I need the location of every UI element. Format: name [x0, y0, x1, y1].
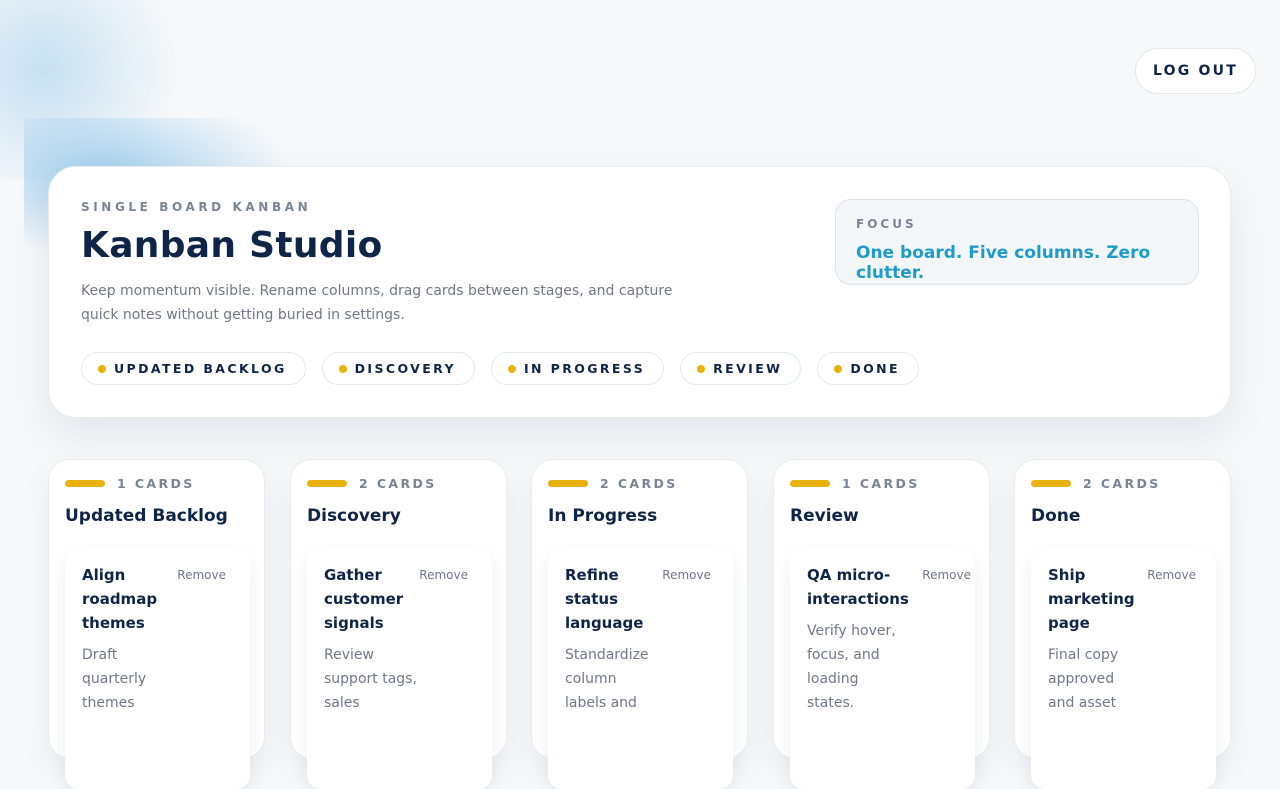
card-description: Draft quarterly themes	[82, 647, 147, 711]
kanban-card[interactable]: QA micro-interactions Remove Verify hove…	[790, 549, 975, 789]
card-title: QA micro-interactions	[807, 566, 909, 608]
remove-card-button[interactable]: Remove	[419, 568, 468, 582]
remove-card-button[interactable]: Remove	[1147, 568, 1196, 582]
column-accent-bar	[790, 480, 830, 487]
column-chip-list: UPDATED BACKLOG DISCOVERY IN PROGRESS RE…	[81, 352, 919, 385]
column-card-count: 1 CARDS	[842, 476, 920, 491]
column-accent-bar	[307, 480, 347, 487]
column-card-count: 1 CARDS	[117, 476, 195, 491]
kanban-card[interactable]: Refine status language Remove Standardiz…	[548, 549, 733, 789]
focus-text: One board. Five columns. Zero clutter.	[856, 243, 1151, 283]
column-done: 2 CARDS Done Ship marketing page Remove …	[1014, 459, 1231, 789]
hero-description: Keep momentum visible. Rename columns, d…	[81, 283, 673, 323]
column-card-count: 2 CARDS	[600, 476, 678, 491]
chip-done[interactable]: DONE	[817, 352, 919, 385]
column-title[interactable]: Discovery	[307, 506, 401, 526]
chip-label: DONE	[850, 361, 900, 376]
chip-label: REVIEW	[713, 361, 783, 376]
card-title: Refine status language	[565, 566, 644, 632]
kanban-card[interactable]: Gather customer signals Remove Review su…	[307, 549, 492, 789]
focus-box: FOCUS One board. Five columns. Zero clut…	[835, 199, 1199, 285]
card-description: Verify hover, focus, and loading states.	[807, 623, 896, 711]
chip-in-progress[interactable]: IN PROGRESS	[490, 352, 665, 385]
card-description: Standardize column labels and	[565, 647, 649, 711]
chip-label: DISCOVERY	[354, 361, 456, 376]
background-glow	[0, 0, 200, 180]
hero-panel: SINGLE BOARD KANBAN Kanban Studio Keep m…	[48, 166, 1231, 418]
kanban-card[interactable]: Ship marketing page Remove Final copy ap…	[1031, 549, 1216, 789]
column-accent-bar	[548, 480, 588, 487]
card-title: Gather customer signals	[324, 566, 404, 632]
column-title[interactable]: Review	[790, 506, 859, 526]
column-title[interactable]: In Progress	[548, 506, 657, 526]
column-accent-bar	[65, 480, 105, 487]
chip-updated-backlog[interactable]: UPDATED BACKLOG	[81, 352, 306, 385]
chip-dot-icon	[507, 364, 516, 373]
chip-dot-icon	[98, 364, 106, 373]
chip-dot-icon	[834, 364, 843, 373]
chip-dot-icon	[338, 364, 347, 373]
column-title[interactable]: Done	[1031, 506, 1080, 526]
chip-label: IN PROGRESS	[523, 361, 646, 376]
remove-card-button[interactable]: Remove	[177, 568, 226, 582]
logout-button[interactable]: LOG OUT	[1135, 48, 1256, 94]
remove-card-button[interactable]: Remove	[662, 568, 711, 582]
chip-label: UPDATED BACKLOG	[114, 361, 287, 376]
card-title: Align roadmap themes	[82, 566, 158, 632]
column-discovery: 2 CARDS Discovery Gather customer signal…	[290, 459, 507, 789]
column-in-progress: 2 CARDS In Progress Refine status langua…	[531, 459, 748, 789]
chip-dot-icon	[697, 364, 706, 373]
page-title: Kanban Studio	[81, 225, 383, 266]
column-card-count: 2 CARDS	[359, 476, 437, 491]
chip-discovery[interactable]: DISCOVERY	[321, 352, 475, 385]
card-description: Final copy approved and asset	[1048, 647, 1119, 711]
column-updated-backlog: 1 CARDS Updated Backlog Align roadmap th…	[48, 459, 265, 789]
chip-review[interactable]: REVIEW	[680, 352, 802, 385]
column-title[interactable]: Updated Backlog	[65, 506, 228, 526]
card-title: Ship marketing page	[1048, 566, 1135, 632]
column-review: 1 CARDS Review QA micro-interactions Rem…	[773, 459, 990, 789]
remove-card-button[interactable]: Remove	[922, 568, 971, 582]
column-accent-bar	[1031, 480, 1071, 487]
column-card-count: 2 CARDS	[1083, 476, 1161, 491]
card-description: Review support tags, sales	[324, 647, 417, 711]
focus-label: FOCUS	[856, 217, 917, 231]
kanban-card[interactable]: Align roadmap themes Remove Draft quarte…	[65, 549, 250, 789]
hero-eyebrow: SINGLE BOARD KANBAN	[81, 200, 312, 214]
